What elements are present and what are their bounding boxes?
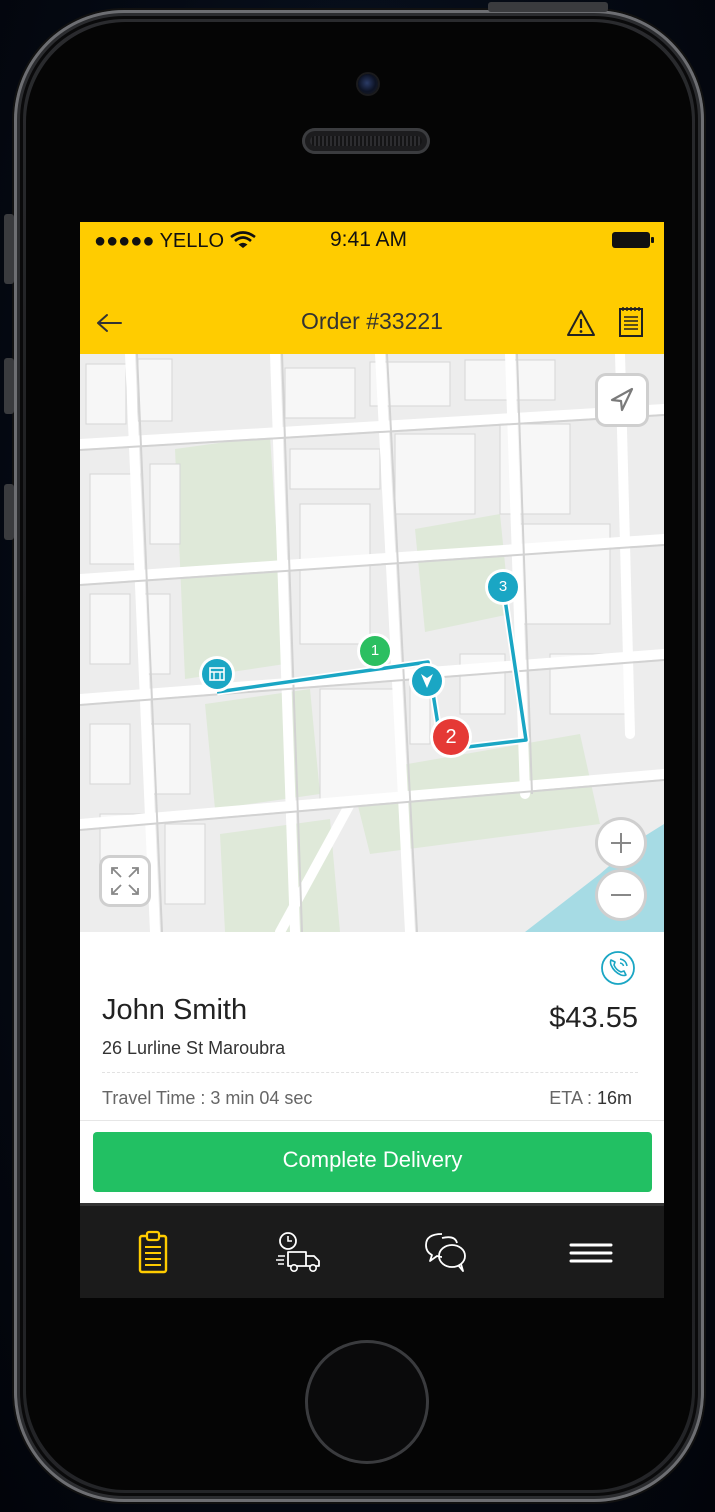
eta-value: 16m [596, 1088, 632, 1108]
phone-call-icon[interactable] [598, 948, 638, 988]
zoom-in-icon [611, 833, 631, 853]
expand-icon [111, 867, 139, 895]
order-price: $43.55 [549, 1002, 638, 1034]
travel-time: Travel Time : 3 min 04 sec [102, 1088, 313, 1108]
customer-name: John Smith [102, 994, 248, 1026]
eta-label: ETA : [549, 1088, 597, 1108]
delivery-address: 26 Lurline St Maroubra [102, 1038, 286, 1058]
route-map[interactable]: 1 2 3 [80, 354, 664, 932]
park-area [175, 436, 285, 679]
navigation-arrow-icon [610, 387, 634, 412]
battery-icon [612, 232, 654, 248]
clipboard-icon[interactable] [128, 1230, 178, 1276]
wifi-icon [229, 231, 256, 248]
home-button[interactable] [305, 1340, 429, 1464]
route-marker-3[interactable]: 3 [488, 572, 518, 602]
bottom-tab-bar [80, 1206, 664, 1298]
locate-button[interactable] [598, 376, 646, 424]
divider [80, 1120, 664, 1121]
park-area [205, 689, 320, 809]
driver-arrow-icon [421, 674, 433, 688]
zoom-out-icon [611, 894, 631, 896]
chat-bubbles-icon[interactable] [420, 1230, 470, 1276]
app-header: Order #33221 [80, 260, 664, 354]
park-area [220, 819, 340, 932]
mute-switch [4, 214, 14, 284]
expand-map-button[interactable] [102, 858, 148, 904]
volume-down-button [4, 484, 14, 540]
notepad-icon[interactable] [618, 306, 644, 338]
warning-triangle-icon[interactable] [566, 308, 596, 338]
carrier-label: ●●●●● YELLO [94, 230, 256, 253]
status-time: 9:41 AM [330, 228, 408, 251]
app-screen: ●●●●● YELLO 9:41 AM Order #33221 1 2 3 J… [80, 222, 664, 1298]
zoom-in-button[interactable] [598, 820, 644, 866]
divider [102, 1072, 638, 1073]
earpiece-speaker [302, 128, 430, 154]
delivery-truck-clock-icon[interactable] [274, 1230, 324, 1276]
status-bar: ●●●●● YELLO 9:41 AM [80, 222, 664, 260]
zoom-out-button[interactable] [598, 872, 644, 918]
eta: ETA : 16m [549, 1088, 632, 1109]
complete-delivery-button[interactable]: Complete Delivery [93, 1132, 652, 1192]
carrier-text: ●●●●● YELLO [94, 230, 225, 252]
front-camera [358, 74, 378, 94]
volume-up-button [4, 358, 14, 414]
route-marker-1[interactable]: 1 [360, 636, 390, 666]
store-marker[interactable] [202, 659, 232, 689]
order-details-card: John Smith $43.55 26 Lurline St Maroubra… [80, 932, 664, 1122]
hamburger-menu-icon[interactable] [566, 1230, 616, 1276]
store-icon [209, 667, 225, 681]
driver-position-marker [412, 666, 442, 696]
power-button [488, 2, 608, 12]
route-marker-2[interactable]: 2 [433, 719, 469, 755]
